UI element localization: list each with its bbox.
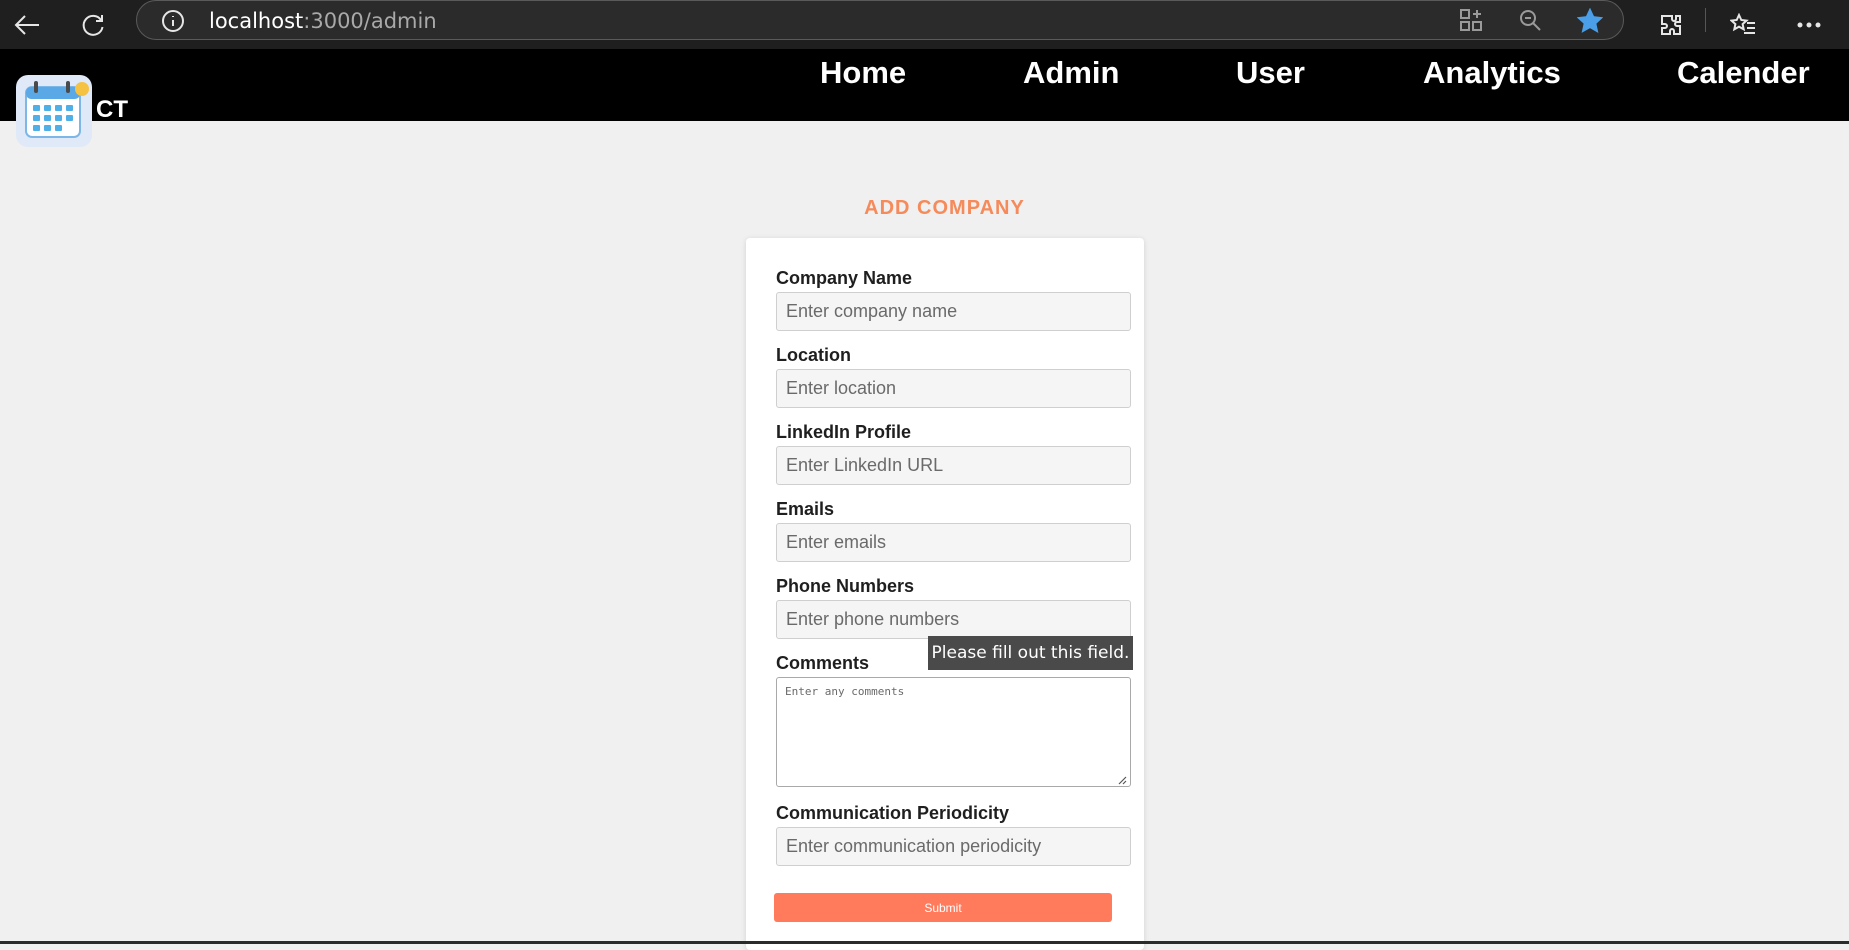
address-bar[interactable]: localhost:3000/admin <box>136 0 1624 40</box>
extensions-icon[interactable] <box>1652 6 1690 44</box>
brand-name[interactable]: CT <box>96 96 128 124</box>
linkedin-input[interactable] <box>776 446 1131 485</box>
validation-tooltip: Please fill out this field. <box>928 636 1133 670</box>
address-url[interactable]: localhost:3000/admin <box>209 9 437 33</box>
phone-numbers-label: Phone Numbers <box>776 576 915 596</box>
submit-button[interactable]: Submit <box>774 893 1112 922</box>
favorite-star-icon[interactable] <box>1576 7 1604 39</box>
form-title: ADD COMPANY <box>864 197 1025 219</box>
communication-periodicity-label: Communication Periodicity <box>776 803 1010 823</box>
comments-textarea[interactable] <box>776 677 1131 787</box>
url-path: :3000/admin <box>303 9 437 33</box>
comments-label: Comments <box>776 653 870 673</box>
nav-calender[interactable]: Calender <box>1677 55 1810 91</box>
app-available-icon[interactable] <box>1459 8 1483 37</box>
emails-label: Emails <box>776 499 835 519</box>
favorites-icon[interactable] <box>1724 6 1762 44</box>
url-host: localhost <box>209 9 304 33</box>
emails-input[interactable] <box>776 523 1131 562</box>
more-menu-icon[interactable] <box>1790 6 1828 44</box>
reload-icon[interactable] <box>74 6 112 44</box>
nav-admin[interactable]: Admin <box>1023 55 1119 91</box>
location-input[interactable] <box>776 369 1131 408</box>
linkedin-label: LinkedIn Profile <box>776 422 912 442</box>
company-name-label: Company Name <box>776 268 913 288</box>
calendar-logo-icon[interactable] <box>16 75 92 147</box>
site-info-icon[interactable] <box>161 9 185 38</box>
browser-toolbar: localhost:3000/admin <box>0 0 1849 49</box>
add-company-form: Company Name Location LinkedIn Profile E… <box>746 238 1144 950</box>
nav-home[interactable]: Home <box>820 55 906 91</box>
toolbar-separator <box>1705 8 1706 32</box>
resize-grip-icon[interactable] <box>1117 772 1127 790</box>
zoom-out-icon[interactable] <box>1518 8 1542 37</box>
company-name-input[interactable] <box>776 292 1131 331</box>
back-icon[interactable] <box>8 6 46 44</box>
nav-user[interactable]: User <box>1236 55 1305 91</box>
communication-periodicity-input[interactable] <box>776 827 1131 866</box>
phone-numbers-input[interactable] <box>776 600 1131 639</box>
site-navbar <box>0 49 1849 121</box>
location-label: Location <box>776 345 851 365</box>
nav-analytics[interactable]: Analytics <box>1423 55 1561 91</box>
